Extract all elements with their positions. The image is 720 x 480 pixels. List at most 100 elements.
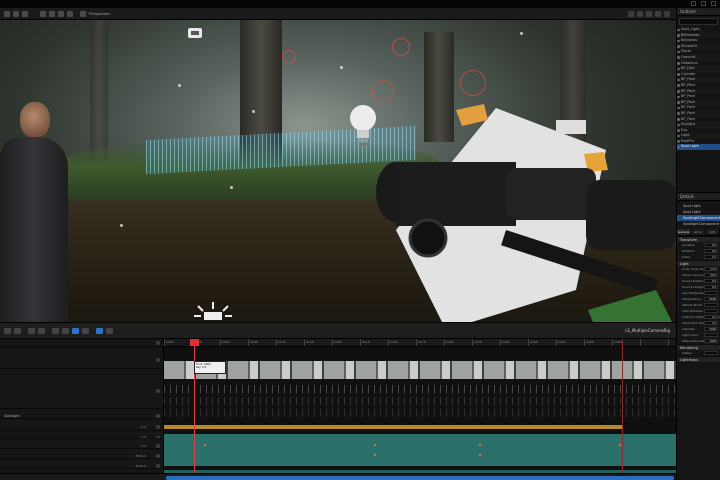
property-value-field[interactable]: 17.8 (704, 267, 718, 271)
property-value-field[interactable]: 0.0 (704, 243, 718, 247)
add-key-icon[interactable] (156, 389, 160, 393)
track-value[interactable]: 0.0 (141, 423, 146, 430)
visibility-eye-icon[interactable] (677, 56, 680, 59)
property-value-field[interactable] (704, 351, 718, 355)
visibility-eye-icon[interactable] (677, 95, 680, 99)
property-value-field[interactable]: 44.0 (704, 273, 718, 277)
visibility-eye-icon[interactable] (677, 78, 680, 82)
property-value-field[interactable]: 1.0 (704, 255, 718, 259)
property-value-field[interactable]: 0.0 (704, 249, 718, 253)
sequencer-track[interactable]: Spotlight (0, 413, 164, 419)
property-value-field[interactable]: 0.0 (704, 285, 718, 289)
visibility-eye-icon[interactable] (677, 123, 680, 127)
sequencer-track[interactable] (0, 351, 164, 369)
sequencer-track[interactable]: 0.0 (0, 435, 164, 439)
save-icon[interactable] (4, 328, 11, 334)
camera-icon[interactable] (62, 328, 69, 334)
visibility-eye-icon[interactable] (677, 112, 680, 115)
property-value-field[interactable]: 6500 (704, 297, 718, 301)
track-value[interactable]: 3500.0 (136, 453, 147, 458)
visibility-eye-icon[interactable] (677, 34, 680, 37)
close-icon[interactable] (711, 1, 716, 6)
add-key-icon[interactable] (156, 341, 160, 345)
level-viewport[interactable] (0, 20, 676, 322)
visibility-eye-icon[interactable] (677, 45, 680, 48)
track-value[interactable]: 0.0 (141, 443, 146, 448)
playback-icon[interactable] (106, 328, 113, 334)
visibility-eye-icon[interactable] (677, 28, 680, 31)
sequencer-track[interactable]: 0.0 (0, 443, 164, 449)
find-icon[interactable] (14, 328, 21, 334)
track-add-icon[interactable] (28, 328, 35, 334)
add-key-icon[interactable] (156, 414, 160, 418)
snap-icon[interactable] (49, 11, 55, 17)
visibility-eye-icon[interactable] (677, 129, 680, 132)
visibility-eye-icon[interactable] (677, 39, 680, 43)
rotate-icon[interactable] (22, 11, 28, 17)
visibility-eye-icon[interactable] (677, 140, 680, 143)
property-value-field[interactable]: 1.0 (704, 321, 718, 325)
property-value-field[interactable]: 5000 (704, 327, 718, 331)
visibility-eye-icon[interactable] (677, 67, 680, 71)
outliner-search-input[interactable] (679, 18, 718, 25)
camera-cut-thumbnails[interactable] (164, 361, 676, 379)
visibility-eye-icon[interactable] (677, 101, 680, 104)
render-icon[interactable] (52, 328, 59, 334)
property-value-field[interactable] (704, 291, 718, 295)
visibility-eye-icon[interactable] (677, 90, 680, 93)
sequencer-track[interactable] (0, 373, 164, 409)
time-ruler[interactable]: 0000003000600090012001500180021002400270… (164, 339, 676, 347)
add-key-icon[interactable] (156, 464, 160, 468)
select-icon[interactable] (4, 11, 10, 17)
details-tab[interactable]: LOD (705, 229, 720, 235)
add-key-icon[interactable] (156, 454, 160, 458)
add-key-icon[interactable] (156, 358, 160, 362)
visibility-eye-icon[interactable] (677, 118, 680, 121)
details-tab[interactable]: Actor (691, 229, 706, 235)
sequencer-timeline[interactable]: 0000003000600090012001500180021002400270… (164, 339, 676, 480)
sequencer-track[interactable]: 3500.0 (0, 453, 164, 459)
property-value-field[interactable]: 1000 (704, 339, 718, 343)
filter-icon[interactable] (38, 328, 45, 334)
property-value-field[interactable] (704, 303, 718, 307)
maximize-viewport-icon[interactable] (664, 11, 670, 17)
property-value-field[interactable]: 1.0 (704, 315, 718, 319)
visibility-eye-icon[interactable] (677, 106, 680, 110)
visibility-eye-icon[interactable] (677, 73, 680, 76)
lit-icon[interactable] (628, 11, 634, 17)
property-value-field[interactable]: 0.0 (704, 279, 718, 283)
timeline-scrollbar[interactable] (166, 476, 674, 480)
sequencer-track[interactable] (0, 339, 164, 347)
sequencer-track[interactable]: 0.0 (0, 423, 164, 431)
scale-icon[interactable] (58, 11, 64, 17)
world-icon[interactable] (67, 11, 73, 17)
grid-icon[interactable] (40, 11, 46, 17)
visibility-eye-icon[interactable] (677, 62, 680, 65)
add-key-icon[interactable] (156, 425, 160, 429)
property-value-field[interactable] (704, 333, 718, 337)
cinema-camera-actor[interactable] (356, 80, 676, 322)
directional-light-icon[interactable] (192, 300, 234, 322)
show-icon[interactable] (637, 11, 643, 17)
minimize-icon[interactable] (691, 1, 696, 6)
maximize-icon[interactable] (701, 1, 706, 6)
track-value[interactable]: 0.0 (141, 435, 146, 438)
visibility-eye-icon[interactable] (677, 145, 680, 149)
visibility-eye-icon[interactable] (677, 50, 680, 54)
visibility-eye-icon[interactable] (677, 134, 680, 138)
end-marker[interactable] (622, 339, 623, 480)
move-icon[interactable] (13, 11, 19, 17)
component-item[interactable]: SpotlightComponent (677, 221, 720, 227)
light-section[interactable] (164, 434, 676, 466)
subsection-bar[interactable] (164, 425, 622, 429)
add-key-icon[interactable] (156, 436, 160, 438)
skylight-icon[interactable] (186, 26, 204, 40)
sequencer-track[interactable]: 5000.0 (0, 463, 164, 469)
lock-icon[interactable] (72, 328, 79, 334)
details-tab[interactable]: General (677, 229, 692, 235)
details-section-header[interactable]: Lightmass (677, 356, 720, 362)
perspective-button[interactable]: Perspective (89, 11, 110, 16)
camera-icon[interactable] (80, 11, 86, 17)
add-key-icon[interactable] (156, 444, 160, 448)
visibility-eye-icon[interactable] (677, 84, 680, 87)
